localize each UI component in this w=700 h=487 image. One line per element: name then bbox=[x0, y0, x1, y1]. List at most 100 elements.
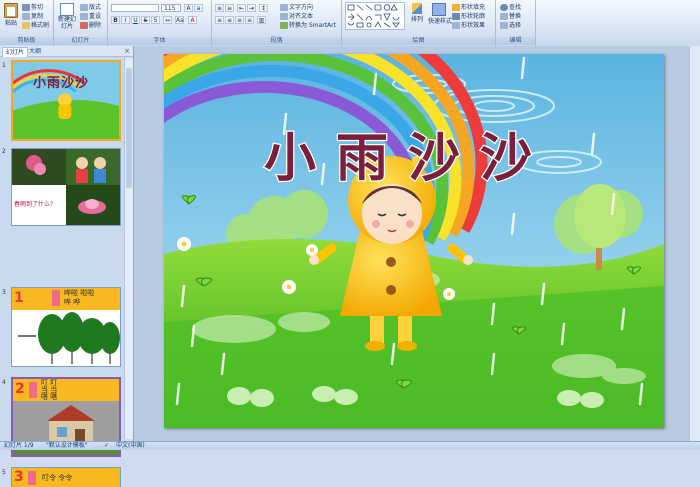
justify-button[interactable]: ≡ bbox=[245, 16, 254, 24]
paragraph-group-label: 段落 bbox=[212, 37, 341, 45]
italic-button[interactable]: I bbox=[121, 16, 130, 24]
shape-fill-button[interactable]: 形状填充 bbox=[452, 2, 485, 11]
arrange-label: 排列 bbox=[410, 16, 423, 23]
format-painter-button[interactable]: 格式刷 bbox=[22, 20, 49, 29]
quick-styles-icon bbox=[432, 3, 446, 16]
underline-button[interactable]: U bbox=[131, 16, 140, 24]
close-icon[interactable]: × bbox=[124, 47, 130, 55]
font-name-combo[interactable] bbox=[111, 4, 159, 12]
font-group-label: 字体 bbox=[108, 37, 211, 45]
font-color-button[interactable]: A bbox=[188, 16, 197, 24]
change-case-button[interactable]: Aa bbox=[175, 16, 184, 24]
copy-button[interactable]: 复制 bbox=[22, 11, 43, 20]
find-icon bbox=[500, 4, 508, 11]
slide-title-text: 小雨沙沙 bbox=[264, 128, 552, 189]
ribbon: 粘贴 剪切 复制 格式刷 剪贴板 新建幻灯片 版式 重设 删除 幻灯片 115 … bbox=[0, 0, 700, 47]
editing-group-label: 编辑 bbox=[496, 37, 535, 45]
shrink-font-button[interactable]: a bbox=[194, 4, 203, 12]
slides-group: 新建幻灯片 版式 重设 删除 幻灯片 bbox=[54, 0, 108, 46]
shape-effects-button[interactable]: 形状效果 bbox=[452, 20, 485, 29]
slide-thumbnail-1[interactable]: 小雨沙沙 bbox=[11, 60, 121, 141]
new-slide-icon bbox=[60, 3, 74, 16]
cut-button[interactable]: 剪切 bbox=[22, 2, 43, 11]
align-right-button[interactable]: ≡ bbox=[235, 16, 244, 24]
slide-title-art: 小雨沙沙 bbox=[263, 127, 552, 191]
replace-icon bbox=[500, 13, 508, 20]
thumbnail-3-line: 哗 哗 bbox=[64, 298, 81, 306]
thumbnail-3-picture bbox=[18, 312, 120, 364]
thumbnail-1-title: 小雨沙沙 bbox=[33, 76, 90, 91]
delete-button[interactable]: 删除 bbox=[80, 20, 101, 29]
decrease-indent-button[interactable]: ⇤ bbox=[237, 4, 246, 12]
slide-thumbnail-5[interactable]: 3 叮令 令令 bbox=[11, 467, 121, 487]
shapes-gallery[interactable] bbox=[345, 2, 405, 30]
fill-icon bbox=[452, 4, 460, 11]
thumbnail-5-line: 叮令 令令 bbox=[42, 474, 73, 482]
slides-group-label: 幻灯片 bbox=[54, 37, 107, 45]
effects-icon bbox=[452, 22, 460, 29]
char-spacing-button[interactable]: ↔ bbox=[163, 16, 172, 24]
outline-icon bbox=[452, 13, 460, 20]
text-direction-button[interactable]: 文字方向 bbox=[280, 2, 313, 11]
slides-panel: 幻灯片 大纲 × 1 小雨沙沙 2 春雨到了什么? 3 1 哗啦 啦啦 哗 哗 … bbox=[0, 46, 134, 487]
align-center-button[interactable]: ≡ bbox=[225, 16, 234, 24]
quick-styles-button[interactable]: 快速样式 bbox=[428, 2, 453, 30]
panel-tabs: 幻灯片 大纲 × bbox=[0, 46, 133, 57]
quick-styles-label: 快速样式 bbox=[428, 18, 453, 25]
slide-thumbnail-2[interactable]: 春雨到了什么? bbox=[11, 148, 121, 226]
delete-icon bbox=[80, 22, 88, 29]
slide-canvas[interactable]: 小雨沙沙 bbox=[164, 54, 664, 428]
strikethrough-button[interactable]: S bbox=[141, 16, 150, 24]
replace-button[interactable]: 替换 bbox=[500, 11, 521, 20]
tab-slides[interactable]: 幻灯片 bbox=[2, 47, 29, 57]
paste-button[interactable]: 粘贴 bbox=[3, 2, 19, 28]
numbering-button[interactable]: ≡ bbox=[225, 4, 234, 12]
thumbnail-2-picture bbox=[12, 149, 120, 225]
reset-button[interactable]: 重设 bbox=[80, 11, 101, 20]
layout-icon bbox=[80, 4, 88, 11]
tab-outline[interactable]: 大纲 bbox=[26, 47, 44, 56]
shapes-gallery-icons bbox=[347, 4, 400, 28]
shape-outline-button[interactable]: 形状轮廓 bbox=[452, 11, 485, 20]
arrange-button[interactable]: 排列 bbox=[408, 2, 426, 30]
font-size-combo[interactable]: 115 bbox=[161, 4, 181, 12]
copy-icon bbox=[22, 13, 30, 20]
paste-label: 粘贴 bbox=[4, 20, 17, 27]
convert-smartart-button[interactable]: 转换为 SmartArt bbox=[280, 20, 336, 29]
paste-icon bbox=[4, 3, 18, 18]
panel-scrollbar-thumb[interactable] bbox=[126, 68, 132, 188]
drawing-group: 排列 快速样式 形状填充 形状轮廓 形状效果 绘图 bbox=[342, 0, 496, 46]
paragraph-group: ≡ ≡ ⇤ ⇥ ↕ ≡ ≡ ≡ ≡ ▥ 文字方向 对齐文本 转换为 SmartA… bbox=[212, 0, 342, 46]
select-button[interactable]: 选择 bbox=[500, 20, 521, 29]
increase-indent-button[interactable]: ⇥ bbox=[247, 4, 256, 12]
thumbnail-number: 4 bbox=[2, 379, 6, 386]
editing-group: 查找 替换 选择 编辑 bbox=[496, 0, 536, 46]
editor-scrollbar[interactable] bbox=[689, 46, 700, 441]
slide-thumbnail-3[interactable]: 1 哗啦 啦啦 哗 哗 bbox=[11, 287, 121, 367]
thumbnail-number: 3 bbox=[2, 289, 6, 296]
text-direction-icon bbox=[280, 4, 288, 11]
thumbnail-number: 1 bbox=[2, 62, 6, 69]
scissors-icon bbox=[22, 4, 30, 11]
clipboard-group: 粘贴 剪切 复制 格式刷 剪贴板 bbox=[0, 0, 54, 46]
line-spacing-button[interactable]: ↕ bbox=[259, 4, 268, 12]
grow-font-button[interactable]: A bbox=[184, 4, 193, 12]
thumbnail-2-caption: 春雨到了什么? bbox=[14, 201, 54, 208]
panel-scrollbar[interactable] bbox=[124, 58, 133, 439]
align-text-button[interactable]: 对齐文本 bbox=[280, 11, 313, 20]
align-text-icon bbox=[280, 13, 288, 20]
thumbnail-number: 2 bbox=[2, 148, 6, 155]
slide-illustration bbox=[164, 54, 664, 428]
bullets-button[interactable]: ≡ bbox=[215, 4, 224, 12]
layout-button[interactable]: 版式 bbox=[80, 2, 101, 11]
bold-button[interactable]: B bbox=[111, 16, 120, 24]
columns-button[interactable]: ▥ bbox=[257, 16, 266, 24]
find-button[interactable]: 查找 bbox=[500, 2, 521, 11]
clipboard-group-label: 剪贴板 bbox=[0, 37, 53, 45]
shadow-button[interactable]: S bbox=[151, 16, 160, 24]
slide-editing-area: 小雨沙沙 bbox=[134, 46, 700, 441]
thumbnail-3-line: 哗啦 啦啦 bbox=[64, 289, 95, 297]
new-slide-button[interactable]: 新建幻灯片 bbox=[57, 2, 77, 30]
align-left-button[interactable]: ≡ bbox=[215, 16, 224, 24]
slide-title[interactable]: 小雨沙沙 bbox=[254, 126, 584, 191]
